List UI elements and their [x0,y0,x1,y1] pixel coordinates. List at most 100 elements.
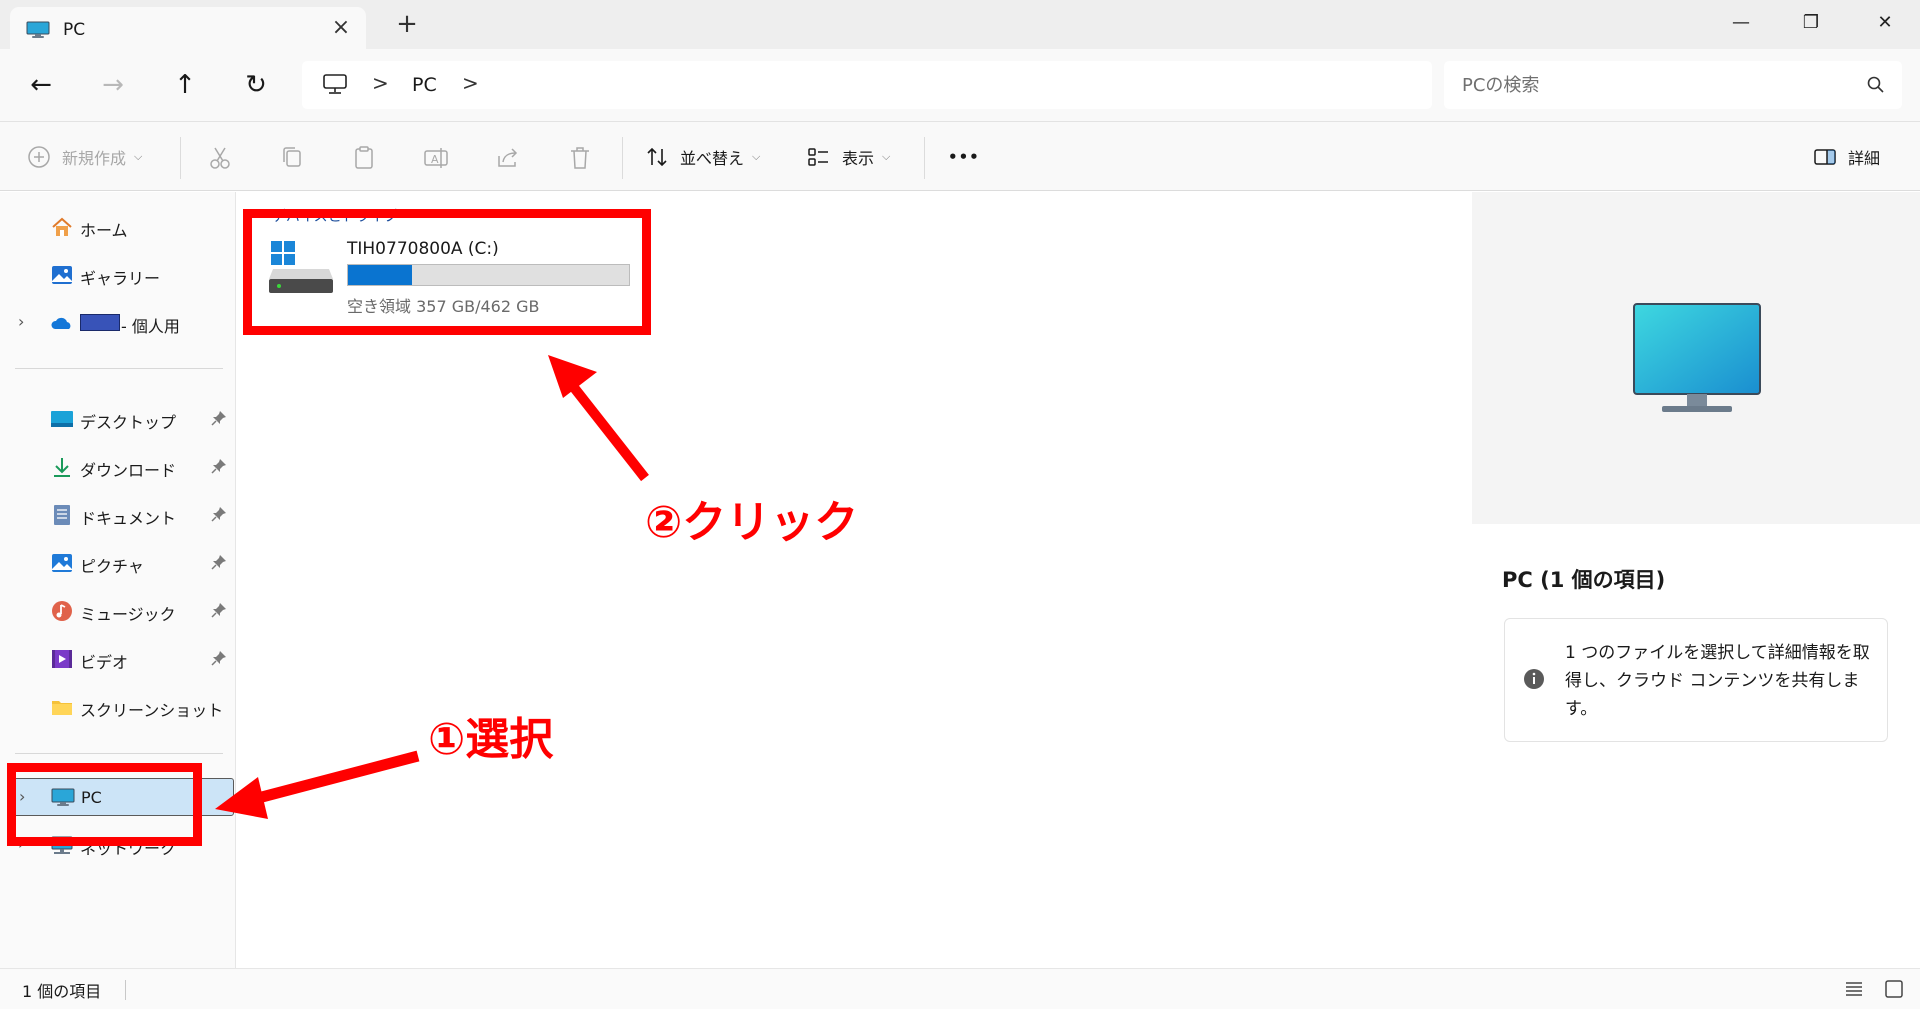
close-tab-icon[interactable]: × [330,17,352,39]
status-bar: 1 個の項目 [0,968,1920,1009]
cut-icon[interactable] [206,144,234,172]
up-button[interactable]: ↑ [165,65,205,105]
toolbar-divider [180,137,181,179]
title-bar: PC × + — ❐ ✕ [0,0,1920,49]
minimize-button[interactable]: — [1706,0,1776,49]
new-tab-button[interactable]: + [393,11,421,39]
sidebar-item-pictures[interactable]: ピクチャ [0,544,236,582]
pin-icon[interactable] [211,650,227,666]
status-divider [125,980,126,1000]
command-bar: 新規作成 ⌵ A 並べ替え ⌵ 表示 ⌵ ••• 詳細 [0,121,1920,191]
view-button[interactable]: 表示 ⌵ [806,140,890,174]
more-options-button[interactable]: ••• [948,140,980,174]
details-button-label: 詳細 [1848,149,1881,168]
sort-icon [647,147,667,167]
svg-text:A: A [431,153,439,166]
annotation-box-drive [243,209,651,335]
documents-icon [54,505,70,525]
sidebar-item-downloads[interactable]: ダウンロード [0,448,236,486]
address-bar[interactable]: > PC > [302,61,1432,109]
search-box[interactable] [1444,61,1902,109]
copy-icon[interactable] [278,144,306,172]
sidebar-divider [15,368,223,369]
sidebar-item-onedrive[interactable]: › - 個人用 [0,304,236,342]
sidebar-item-gallery[interactable]: ギャラリー [0,256,236,294]
details-preview [1472,192,1920,524]
details-pane-icon [1814,149,1836,165]
toolbar-divider [622,137,623,179]
sidebar-item-music[interactable]: ミュージック [0,592,236,630]
redacted-account-name [80,314,120,331]
pin-icon[interactable] [211,458,227,474]
onedrive-icon [51,317,71,329]
new-button[interactable]: 新規作成 ⌵ [26,140,142,174]
details-info-card: 1 つのファイルを選択して詳細情報を取得し、クラウド コンテンツを共有します。 [1504,618,1888,742]
sidebar-item-label: ギャラリー [80,269,161,288]
sidebar-item-screenshots[interactable]: スクリーンショット [0,688,236,726]
desktop-icon [51,411,73,427]
navigation-row: ← → ↑ ↻ > PC > [0,49,1920,121]
back-button[interactable]: ← [21,65,61,105]
toolbar-divider [924,137,925,179]
folder-icon [52,701,72,715]
videos-icon [52,650,72,668]
chevron-right-icon[interactable]: › [18,312,24,331]
sidebar-item-desktop[interactable]: デスクトップ [0,400,236,438]
home-icon [52,217,72,236]
navigation-pane: ホーム ギャラリー › - 個人用 デスクトップ ダウンロード ドキュメント ピ… [0,192,236,968]
sidebar-item-label: - 個人用 [121,317,180,336]
forward-button[interactable]: → [93,65,133,105]
tab-pc[interactable]: PC × [10,7,366,49]
sort-button[interactable]: 並べ替え ⌵ [644,140,760,174]
pin-icon[interactable] [211,554,227,570]
pictures-icon [52,554,72,572]
sidebar-item-label: ピクチャ [80,557,144,576]
sidebar-item-label: スクリーンショット [80,701,224,720]
pc-icon[interactable] [322,73,348,95]
refresh-button[interactable]: ↻ [236,65,276,105]
sidebar-item-label: ダウンロード [80,461,177,480]
search-icon[interactable] [1866,75,1886,95]
new-button-label: 新規作成 [62,149,127,168]
annotation-step1-label: ①選択 [428,714,554,765]
details-view-icon[interactable] [1843,978,1865,1000]
breadcrumb-pc[interactable]: PC [412,74,437,96]
sidebar-item-documents[interactable]: ドキュメント [0,496,236,534]
chevron-down-icon: ⌵ [134,150,143,163]
sidebar-item-label: デスクトップ [80,413,177,432]
info-icon [1524,669,1544,689]
view-icon [808,148,828,166]
tab-title: PC [63,20,86,40]
details-message: 1 つのファイルを選択して詳細情報を取得し、クラウド コンテンツを共有します。 [1565,643,1870,719]
share-icon[interactable] [494,144,522,172]
sidebar-item-label: ビデオ [80,653,129,672]
pin-icon[interactable] [211,602,227,618]
chevron-right-icon[interactable]: > [372,71,389,95]
search-input[interactable] [1462,61,1842,109]
details-button[interactable]: 詳細 [1812,140,1880,174]
paste-icon[interactable] [350,144,378,172]
annotation-box-pc [7,763,202,846]
annotation-step2-label: ②クリック [645,497,859,548]
details-title: PC (1 個の項目) [1502,568,1666,592]
plus-circle-icon [28,146,50,168]
chevron-down-icon: ⌵ [882,150,891,163]
sidebar-item-label: ミュージック [80,605,176,624]
sidebar-item-videos[interactable]: ビデオ [0,640,236,678]
chevron-right-icon[interactable]: > [462,71,479,95]
sidebar-item-home[interactable]: ホーム [0,208,236,246]
rename-icon[interactable]: A [422,144,450,172]
view-button-label: 表示 [842,149,875,168]
maximize-button[interactable]: ❐ [1776,0,1846,49]
sort-button-label: 並べ替え [680,149,745,168]
chevron-down-icon: ⌵ [752,150,761,163]
close-window-button[interactable]: ✕ [1850,0,1920,49]
pin-icon[interactable] [211,506,227,522]
delete-icon[interactable] [566,144,594,172]
tiles-view-icon[interactable] [1883,978,1905,1000]
pin-icon[interactable] [211,410,227,426]
sidebar-item-label: ドキュメント [80,509,177,528]
gallery-icon [52,266,72,284]
music-icon [52,601,72,621]
sidebar-divider [15,753,223,754]
